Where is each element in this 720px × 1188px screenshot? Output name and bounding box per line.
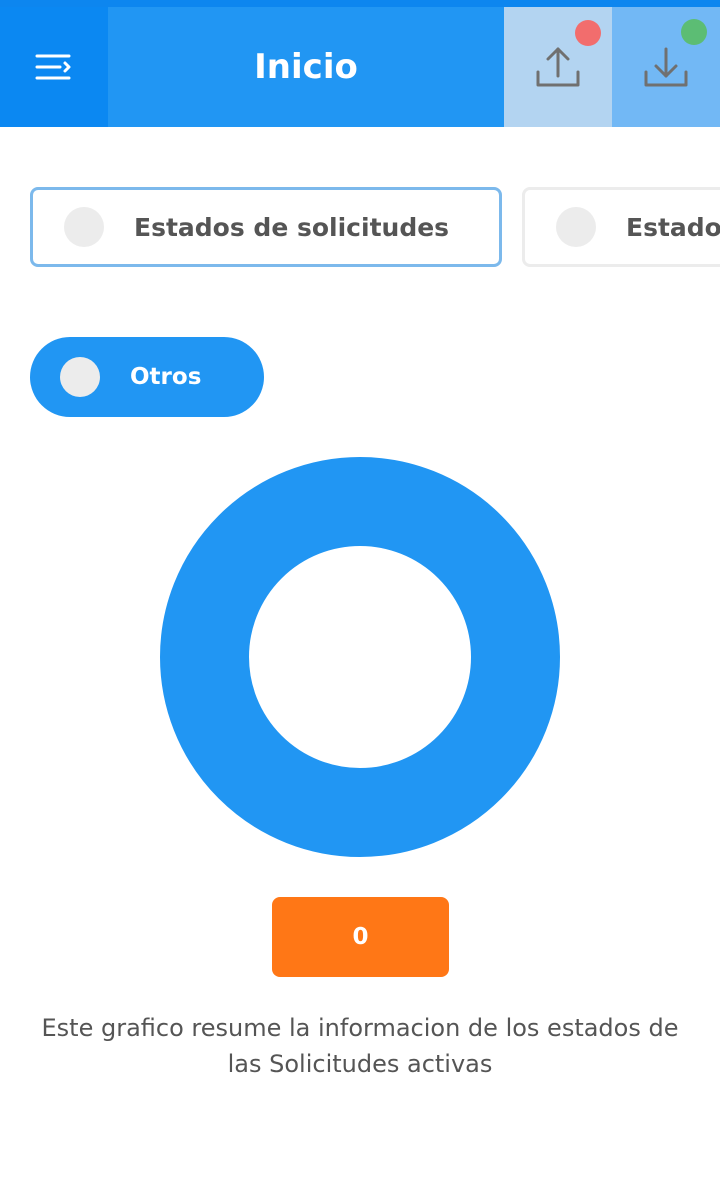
filter-label: Otros (130, 364, 202, 390)
download-icon (644, 47, 688, 87)
filter-otros[interactable]: Otros (30, 337, 264, 417)
status-strip (0, 0, 720, 7)
tab-estado[interactable]: Estado (522, 187, 720, 267)
radio-icon (64, 207, 104, 247)
radio-icon (60, 357, 100, 397)
upload-button[interactable] (504, 7, 612, 127)
donut-chart (158, 455, 562, 859)
app-header: Inicio (0, 0, 720, 127)
download-button[interactable] (612, 7, 720, 127)
menu-button[interactable] (0, 7, 108, 127)
donut-slice-otros (160, 457, 560, 857)
chart-caption: Este grafico resume la informacion de lo… (41, 1014, 679, 1078)
tab-label: Estados de solicitudes (134, 212, 450, 242)
page-title: Inicio (254, 47, 358, 87)
upload-icon (536, 47, 580, 87)
menu-icon (35, 54, 71, 80)
download-status-dot (681, 19, 707, 45)
tab-label: Estado (626, 212, 720, 242)
tab-estados-de-solicitudes[interactable]: Estados de solicitudes (30, 187, 502, 267)
radio-icon (556, 207, 596, 247)
upload-status-dot (575, 20, 601, 46)
count-badge: 0 (272, 897, 449, 977)
